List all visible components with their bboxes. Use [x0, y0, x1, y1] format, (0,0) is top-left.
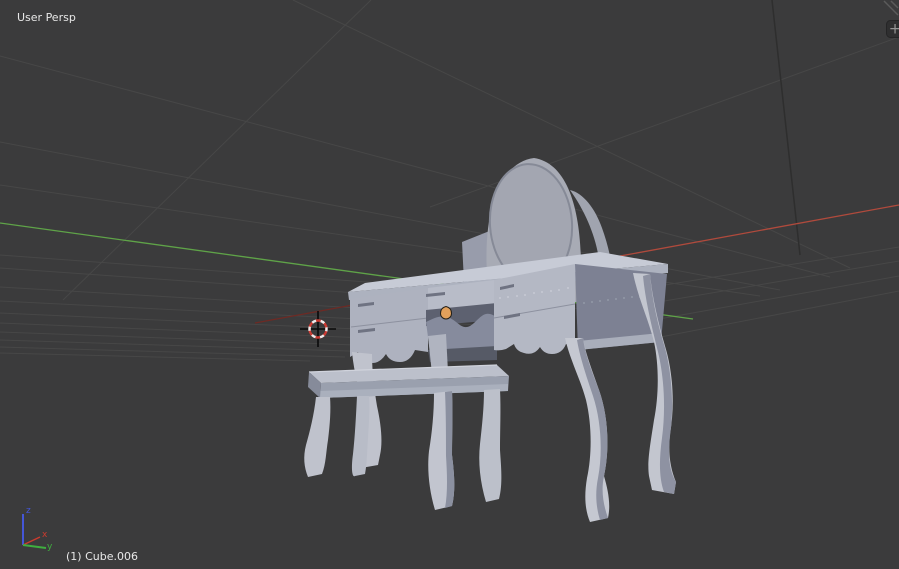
gizmo-x-label: x — [42, 530, 48, 540]
active-object-label: (1) Cube.006 — [66, 550, 138, 563]
plus-icon: + — [889, 20, 899, 38]
blender-3d-viewport[interactable]: User Persp (1) Cube.006 z x y + — [0, 0, 899, 569]
gizmo-z-label: z — [26, 506, 31, 516]
open-panel-plus-button[interactable]: + — [886, 20, 899, 38]
view-mode-label: User Persp — [17, 11, 76, 24]
gizmo-y-label: y — [47, 542, 53, 552]
origin-dot — [439, 305, 453, 320]
